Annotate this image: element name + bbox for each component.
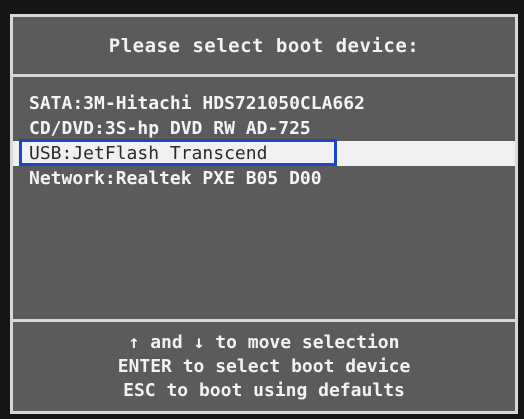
boot-menu-dialog: Please select boot device: SATA:3M-Hitac… (10, 14, 518, 414)
boot-device-list: SATA:3M-Hitachi HDS721050CLA662 CD/DVD:3… (13, 77, 515, 317)
help-footer: ↑ and ↓ to move selection ENTER to selec… (13, 319, 515, 411)
boot-device-network[interactable]: Network:Realtek PXE B05 D00 (13, 166, 515, 191)
boot-device-cdvd[interactable]: CD/DVD:3S-hp DVD RW AD-725 (13, 116, 515, 141)
boot-device-usb[interactable]: USB:JetFlash Transcend (13, 139, 515, 166)
boot-device-sata[interactable]: SATA:3M-Hitachi HDS721050CLA662 (13, 91, 515, 116)
selection-highlight-box (19, 139, 337, 166)
bios-screen: Please select boot device: SATA:3M-Hitac… (0, 0, 524, 419)
dialog-title: Please select boot device: (13, 17, 515, 77)
help-enter-select: ENTER to select boot device (117, 355, 411, 377)
help-esc-defaults: ESC to boot using defaults (123, 379, 405, 401)
help-move-selection: ↑ and ↓ to move selection (128, 331, 400, 353)
